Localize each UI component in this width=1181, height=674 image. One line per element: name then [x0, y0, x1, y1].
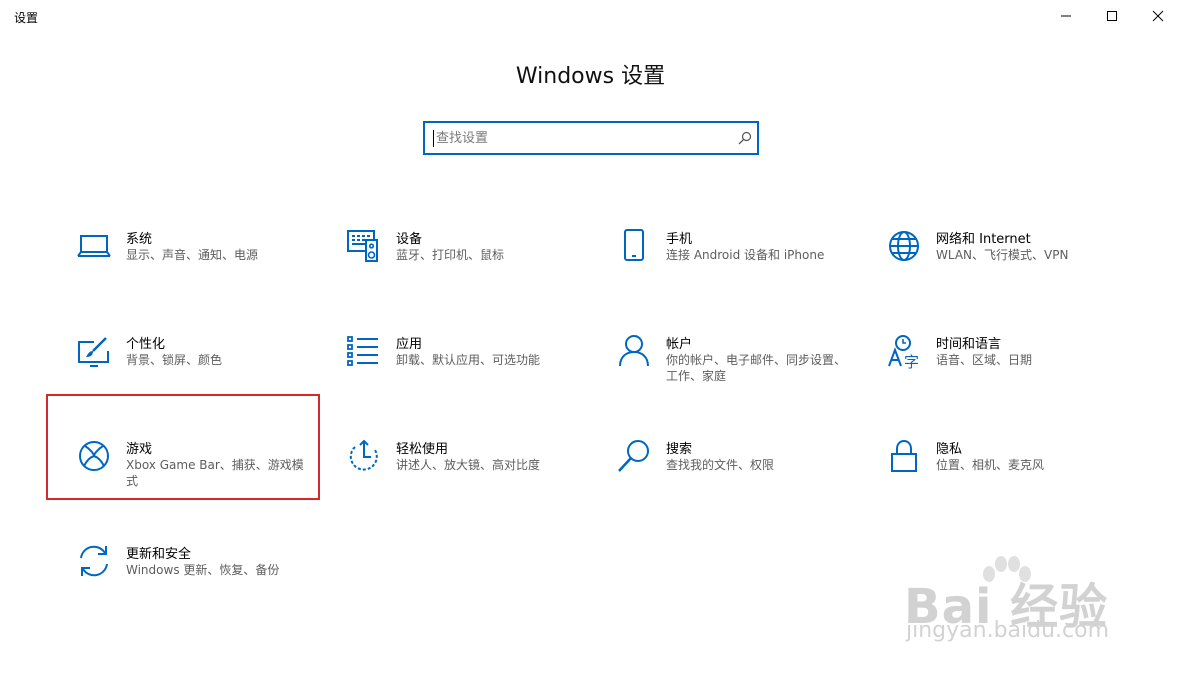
highlight-frame	[46, 394, 320, 500]
tile-accounts[interactable]: 帐户 你的帐户、电子邮件、同步设置、工作、家庭	[588, 313, 858, 413]
search-magnifier-icon[interactable]	[738, 131, 752, 145]
tile-search[interactable]: 搜索 查找我的文件、权限	[588, 418, 858, 518]
search-input[interactable]	[436, 127, 726, 149]
text-caret	[433, 130, 434, 147]
tile-description: Windows 更新、恢复、备份	[126, 563, 280, 577]
maximize-icon	[1107, 11, 1117, 21]
tile-title: 帐户	[666, 337, 693, 352]
maximize-button[interactable]	[1089, 0, 1135, 32]
title-bar: 设置	[0, 0, 1181, 32]
apps-list-icon	[347, 336, 378, 366]
tile-privacy[interactable]: 隐私 位置、相机、麦克风	[858, 418, 1128, 518]
page-title: Windows 设置	[515, 64, 666, 89]
tile-title: 搜索	[666, 442, 693, 457]
tile-network[interactable]: 网络和 Internet WLAN、飞行模式、VPN	[858, 208, 1128, 308]
person-icon	[619, 335, 649, 367]
tile-description: 显示、声音、通知、电源	[126, 248, 259, 262]
tile-update-security[interactable]: 更新和安全 Windows 更新、恢复、备份	[48, 523, 318, 623]
tile-description: 讲述人、放大镜、高对比度	[396, 458, 541, 472]
tile-title: 时间和语言	[936, 337, 1002, 352]
minimize-icon	[1061, 15, 1071, 17]
tile-description: 查找我的文件、权限	[666, 458, 775, 472]
minimize-button[interactable]	[1043, 0, 1089, 32]
tile-description: 你的帐户、电子邮件、同步设置、工作、家庭	[666, 353, 847, 383]
tile-description: WLAN、飞行模式、VPN	[936, 248, 1069, 262]
phone-icon	[624, 229, 644, 261]
tile-ease-of-access[interactable]: 轻松使用 讲述人、放大镜、高对比度	[318, 418, 588, 518]
personalization-icon	[78, 337, 109, 367]
tile-title: 手机	[666, 232, 693, 247]
tile-phone[interactable]: 手机 连接 Android 设备和 iPhone	[588, 208, 858, 308]
watermark-url: jingyan.baidu.com	[906, 618, 1110, 643]
ease-of-access-icon	[349, 439, 378, 471]
globe-icon	[889, 231, 919, 261]
tile-description: 卸载、默认应用、可选功能	[396, 353, 541, 367]
tile-description: 连接 Android 设备和 iPhone	[666, 248, 825, 262]
tile-devices[interactable]: 设备 蓝牙、打印机、鼠标	[318, 208, 588, 308]
tile-description: 背景、锁屏、颜色	[126, 353, 223, 367]
tile-description: 位置、相机、麦克风	[936, 458, 1045, 472]
search-box[interactable]	[423, 121, 759, 155]
devices-icon	[347, 230, 378, 262]
tile-title: 更新和安全	[126, 547, 192, 562]
update-icon	[80, 545, 108, 577]
laptop-icon	[77, 235, 111, 257]
tile-title: 应用	[396, 337, 423, 352]
tile-system[interactable]: 系统 显示、声音、通知、电源	[48, 208, 318, 308]
lock-icon	[891, 439, 917, 472]
tile-description: 蓝牙、打印机、鼠标	[396, 248, 505, 262]
tile-title: 隐私	[936, 442, 963, 457]
tile-title: 个性化	[126, 337, 166, 352]
tile-apps[interactable]: 应用 卸载、默认应用、可选功能	[318, 313, 588, 413]
time-language-icon: 字	[888, 335, 919, 369]
window-title: 设置	[14, 11, 39, 25]
svg-text:字: 字	[904, 353, 919, 369]
tile-description: 语音、区域、日期	[936, 353, 1033, 367]
tile-title: 设备	[396, 232, 423, 247]
tile-title: 系统	[126, 232, 153, 247]
close-icon	[1152, 10, 1164, 22]
tile-title: 轻松使用	[396, 442, 449, 457]
tile-title: 网络和 Internet	[936, 232, 1031, 247]
tile-time-language[interactable]: 字 时间和语言 语音、区域、日期	[858, 313, 1128, 413]
search-icon	[618, 440, 649, 472]
close-button[interactable]	[1135, 0, 1181, 32]
